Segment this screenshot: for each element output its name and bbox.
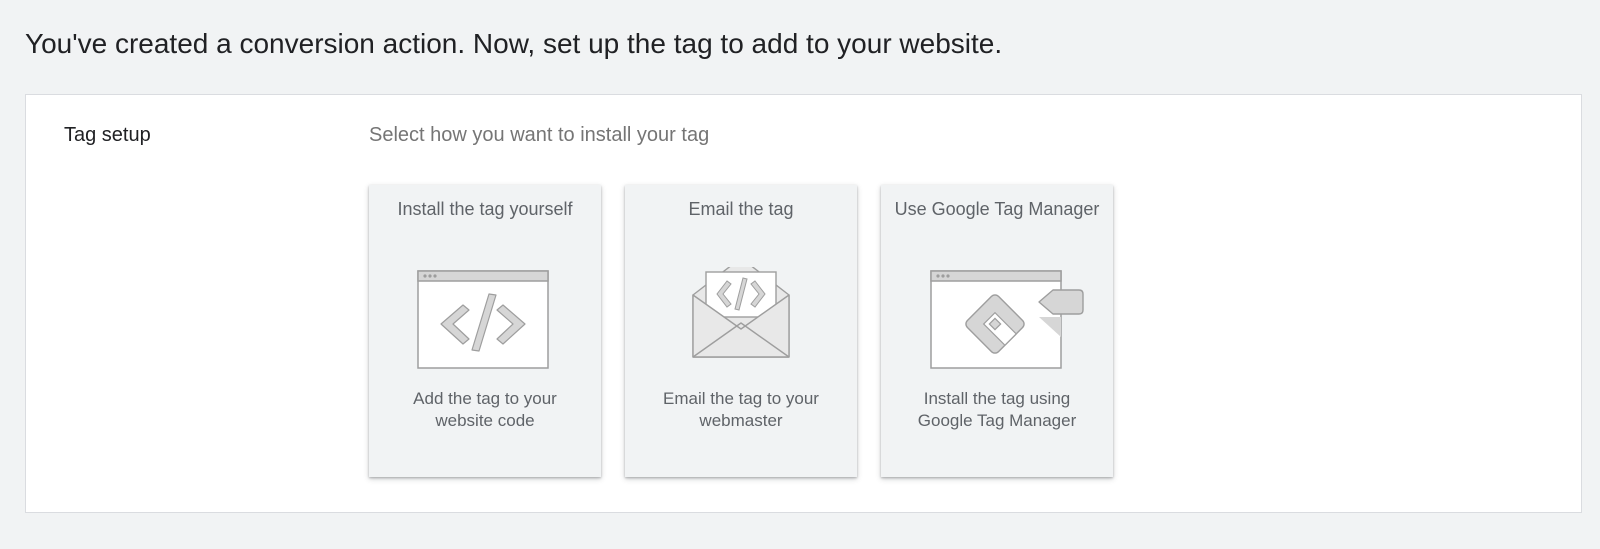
- option-description-line: website code: [435, 411, 535, 430]
- option-description-line: webmaster: [699, 411, 783, 430]
- tag-setup-page: You've created a conversion action. Now,…: [0, 0, 1600, 549]
- install-method-prompt: Select how you want to install your tag: [369, 124, 710, 146]
- option-description: Add the tag to your website code: [381, 388, 589, 432]
- option-title: Install the tag yourself: [397, 199, 573, 219]
- browser-code-icon: [417, 270, 549, 369]
- option-description-line: Install the tag using: [923, 389, 1071, 408]
- option-title: Use Google Tag Manager: [894, 199, 1100, 219]
- google-tag-manager-option[interactable]: Use Google Tag Manager Install the tag u…: [881, 185, 1113, 477]
- option-description: Install the tag using Google Tag Manager: [893, 388, 1101, 432]
- tag-setup-panel: Tag setup Select how you want to install…: [25, 94, 1582, 513]
- option-description-line: Google Tag Manager: [917, 411, 1077, 430]
- option-description-line: Add the tag to your: [413, 389, 557, 408]
- install-yourself-option[interactable]: Install the tag yourself Add the tag to …: [369, 185, 601, 477]
- envelope-code-icon: [692, 267, 790, 358]
- option-description: Email the tag to your webmaster: [637, 388, 845, 432]
- tag-manager-icon: [930, 270, 1084, 369]
- tag-setup-label: Tag setup: [64, 124, 151, 146]
- email-tag-option[interactable]: Email the tag Email the tag to your webm…: [625, 185, 857, 477]
- option-description-line: Email the tag to your: [663, 389, 819, 408]
- option-title: Email the tag: [688, 199, 794, 219]
- page-heading: You've created a conversion action. Now,…: [25, 28, 1003, 59]
